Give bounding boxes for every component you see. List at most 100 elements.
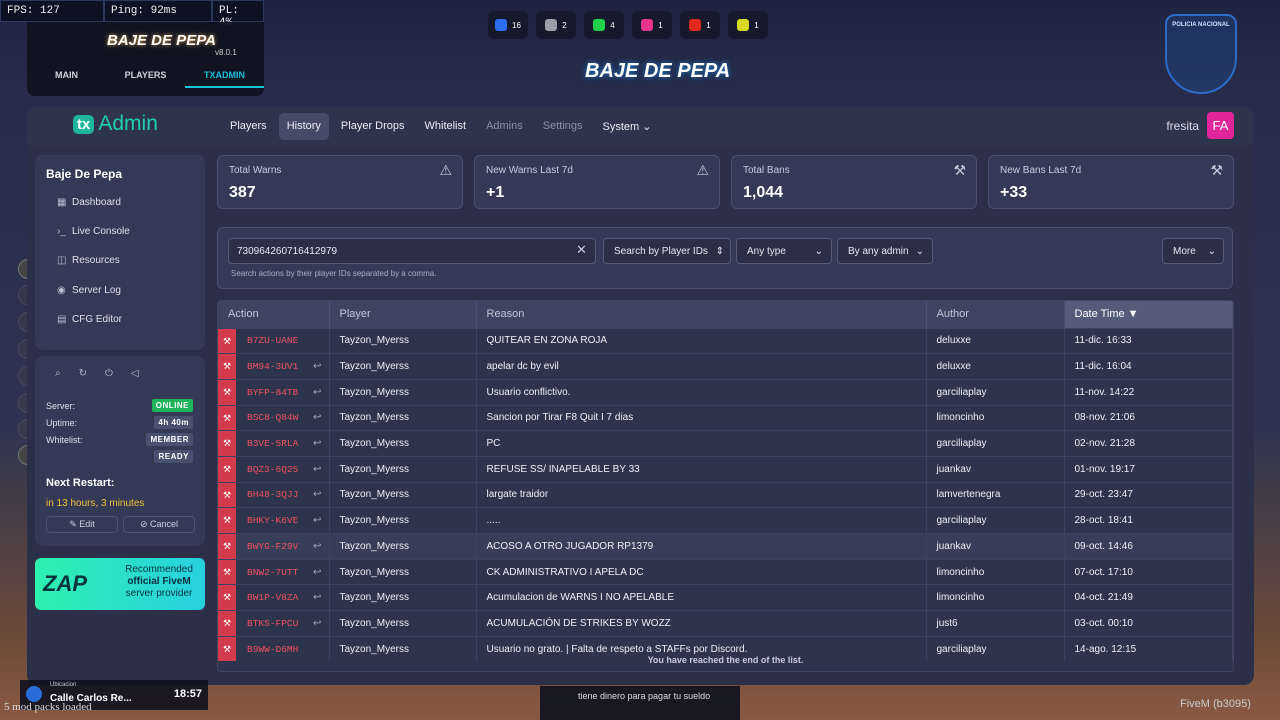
table-header-row: Action Player Reason Author Date Time ▼ [218, 301, 1233, 328]
action-id[interactable]: BH48-3QJJ [247, 489, 313, 500]
table-row[interactable]: ⚒ BSC8-Q84W ↩ Tayzon_Myerss Sancion por Tira… [218, 404, 1233, 431]
date-cell: 28-oct. 18:41 [1064, 507, 1233, 534]
sidebar-item-cfg-editor[interactable]: ▤ CFG Editor [57, 314, 122, 325]
table-row[interactable]: ⚒ BM94-3UV1 ↩ Tayzon_Myerss apelar dc by evi… [218, 353, 1233, 380]
col-reason[interactable]: Reason [476, 301, 927, 328]
nav-players[interactable]: Players [222, 113, 275, 140]
zap-logo: ZAP [43, 571, 87, 596]
logo-admin: Admin [98, 112, 158, 135]
col-author[interactable]: Author [926, 301, 1065, 328]
action-id[interactable]: BNW2-7UTT [247, 567, 313, 578]
gavel-icon: ⚒ [218, 611, 236, 636]
nav-settings[interactable]: Settings [535, 113, 591, 140]
nav-system[interactable]: System ⌄ [595, 113, 660, 140]
cancel-restart-button[interactable]: ⊘ Cancel [123, 516, 195, 533]
table-row[interactable]: ⚒ B3VE-5RLA ↩ Tayzon_Myerss PC garciliaplay 02… [218, 430, 1233, 457]
chevron-down-icon: ⌄ [814, 246, 823, 257]
table-row[interactable]: ⚒ BH48-3QJJ ↩ Tayzon_Myerss largate traidor l… [218, 481, 1233, 508]
terminal-icon: ›_ [57, 226, 66, 237]
action-cell: ⚒ BHKY-K6VE ↩ [218, 507, 330, 534]
megaphone-icon[interactable]: ◁ [131, 368, 139, 379]
table-row[interactable]: ⚒ BQZ3-6Q25 ↩ Tayzon_Myerss REFUSE SS/ INAPE… [218, 455, 1233, 483]
search-input[interactable]: 730964260716412979 [228, 238, 596, 264]
action-id[interactable]: BSC8-Q84W [247, 412, 313, 423]
action-cell: ⚒ BYFP-84TB ↩ [218, 378, 330, 406]
yellow-status-icon: 1 [728, 11, 768, 39]
action-id[interactable]: BWYG-F29V [247, 541, 313, 552]
action-id[interactable]: B9WW-D6MH [247, 644, 313, 655]
restart-icon[interactable]: ↻ [79, 368, 87, 379]
action-id[interactable]: BM94-3UV1 [247, 361, 313, 372]
table-row[interactable]: ⚒ BW1P-V8ZA ↩ Tayzon_Myerss Acumulacion de W… [218, 584, 1233, 611]
reason-cell: Usuario conflictivo. [476, 378, 927, 406]
col-player[interactable]: Player [329, 301, 477, 328]
action-id[interactable]: BYFP-84TB [247, 387, 313, 398]
stat-value: 1,044 [743, 184, 784, 201]
action-id[interactable]: BTKS-FPCU [247, 618, 313, 629]
avatar[interactable]: FA [1207, 112, 1234, 139]
revoked-icon: ↩ [313, 438, 322, 450]
search-mode-select[interactable]: Search by Player IDs ⇕ [603, 238, 731, 264]
revoked-icon: ↩ [313, 515, 322, 527]
clock: 18:57 [173, 688, 202, 700]
type-filter-select[interactable]: Any type ⌄ [736, 238, 832, 264]
sidebar-item-live-console[interactable]: ›_ Live Console [57, 226, 130, 237]
stat-value: +33 [1000, 184, 1028, 201]
author-cell: deluxxe [926, 353, 1065, 380]
stop-icon[interactable]: ⏻ [105, 368, 113, 379]
sidebar-item-label: Dashboard [72, 197, 121, 208]
status-square [593, 19, 606, 31]
more-button[interactable]: More ⌄ [1162, 238, 1224, 264]
status-square [689, 19, 702, 31]
action-cell: ⚒ BH48-3QJJ ↩ [218, 481, 330, 508]
zap-hosting-ad[interactable]: ZAP Recommended official FiveM server pr… [35, 558, 205, 610]
status-square [545, 19, 558, 31]
nav-admins[interactable]: Admins [478, 113, 531, 140]
tab-players[interactable]: PLAYERS [106, 70, 185, 88]
top-navbar: tx Admin Players History Player Drops Wh… [27, 107, 1254, 145]
revoked-icon: ↩ [313, 361, 322, 373]
table-row[interactable]: ⚒ BHKY-K6VE ↩ Tayzon_Myerss..... garciliapla… [218, 507, 1233, 534]
table-row[interactable]: ⚒ BYFP-84TB ↩ Tayzon_Myerss Usuario conflict… [218, 378, 1233, 406]
sidebar-item-server-log[interactable]: ◉ Server Log [57, 285, 121, 296]
table-row[interactable]: ⚒ BWYG-F29V ↩ Tayzon_Myerss ACOSO A OTRO JUG… [218, 533, 1233, 560]
nav-whitelist[interactable]: Whitelist [417, 113, 475, 140]
tab-txadmin[interactable]: TXADMIN [185, 70, 264, 88]
admin-filter-select[interactable]: By any admin ⌄ [837, 238, 933, 264]
txadmin-window: tx Admin Players History Player Drops Wh… [27, 107, 1254, 685]
action-id[interactable]: BW1P-V8ZA [247, 592, 313, 603]
status-count: 1 [658, 20, 663, 30]
col-date-time[interactable]: Date Time ▼ [1064, 301, 1233, 328]
action-id[interactable]: BHKY-K6VE [247, 515, 313, 526]
search-icon[interactable]: ⌕ [55, 368, 61, 379]
action-id[interactable]: BQZ3-6Q25 [247, 464, 313, 475]
author-cell: garciliaplay [926, 378, 1065, 406]
status-count: 16 [512, 20, 521, 30]
sidebar-item-resources[interactable]: ◫ Resources [57, 255, 120, 266]
user-menu[interactable]: fresita FA [1166, 112, 1234, 139]
action-id[interactable]: B3VE-5RLA [247, 438, 313, 449]
date-cell: 04-oct. 21:49 [1064, 584, 1233, 611]
action-id[interactable]: B7ZU-UANE [247, 335, 313, 346]
action-cell: ⚒ B3VE-5RLA ↩ [218, 430, 330, 457]
action-cell: ⚒ BNW2-7UTT ↩ [218, 558, 330, 585]
edit-restart-button[interactable]: ✎ Edit [46, 516, 118, 533]
player-cell: Tayzon_Myerss [329, 533, 477, 560]
col-action[interactable]: Action [218, 301, 330, 328]
txadmin-logo[interactable]: tx Admin [73, 112, 158, 136]
clear-search-icon[interactable]: ✕ [576, 242, 587, 258]
revoked-icon: ↩ [313, 540, 322, 552]
sidebar-item-label: CFG Editor [72, 314, 123, 325]
table-row[interactable]: ⚒ BNW2-7UTT ↩ Tayzon_Myerss CK ADMINISTRATIV… [218, 558, 1233, 585]
nav-history[interactable]: History [278, 113, 329, 140]
stat-value: +1 [486, 184, 505, 201]
table-row[interactable]: ⚒ B7ZU-UANE Tayzon_Myerss QUITEAR EN ZONA R… [218, 327, 1233, 354]
tab-main[interactable]: MAIN [27, 70, 106, 88]
player-cell: Tayzon_Myerss [329, 558, 477, 585]
sidebar-item-dashboard[interactable]: ▦ Dashboard [57, 197, 121, 208]
revoked-icon: ↩ [313, 592, 322, 604]
table-row[interactable]: ⚒ BTKS-FPCU ↩ Tayzon_Myerss ACUMULACIÓN DE S… [218, 610, 1233, 637]
nav-player-drops[interactable]: Player Drops [333, 113, 413, 140]
reason-cell: ACUMULACIÓN DE STRIKES BY WOZZ [476, 610, 927, 637]
player-cell: Tayzon_Myerss [329, 610, 477, 637]
